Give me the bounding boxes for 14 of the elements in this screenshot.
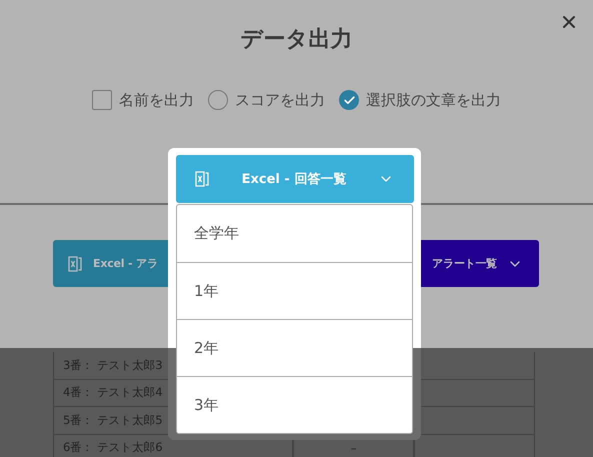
spreadsheet-icon: [194, 170, 210, 188]
check-icon: [342, 94, 356, 106]
dialog-title: データ出力: [240, 26, 354, 54]
radio-button[interactable]: [339, 90, 359, 110]
menu-item[interactable]: 2年: [177, 319, 412, 376]
option-label: 名前を出力: [119, 90, 194, 110]
option-label: 選択肢の文章を出力: [366, 90, 501, 110]
option-label: スコアを出力: [235, 90, 325, 110]
menu-item[interactable]: 3年: [177, 376, 412, 433]
radio-button[interactable]: [208, 90, 228, 110]
menu-item[interactable]: 1年: [177, 262, 412, 319]
menu-item[interactable]: 全学年: [177, 205, 412, 262]
spreadsheet-icon: [67, 254, 83, 272]
checkbox[interactable]: [92, 90, 112, 110]
